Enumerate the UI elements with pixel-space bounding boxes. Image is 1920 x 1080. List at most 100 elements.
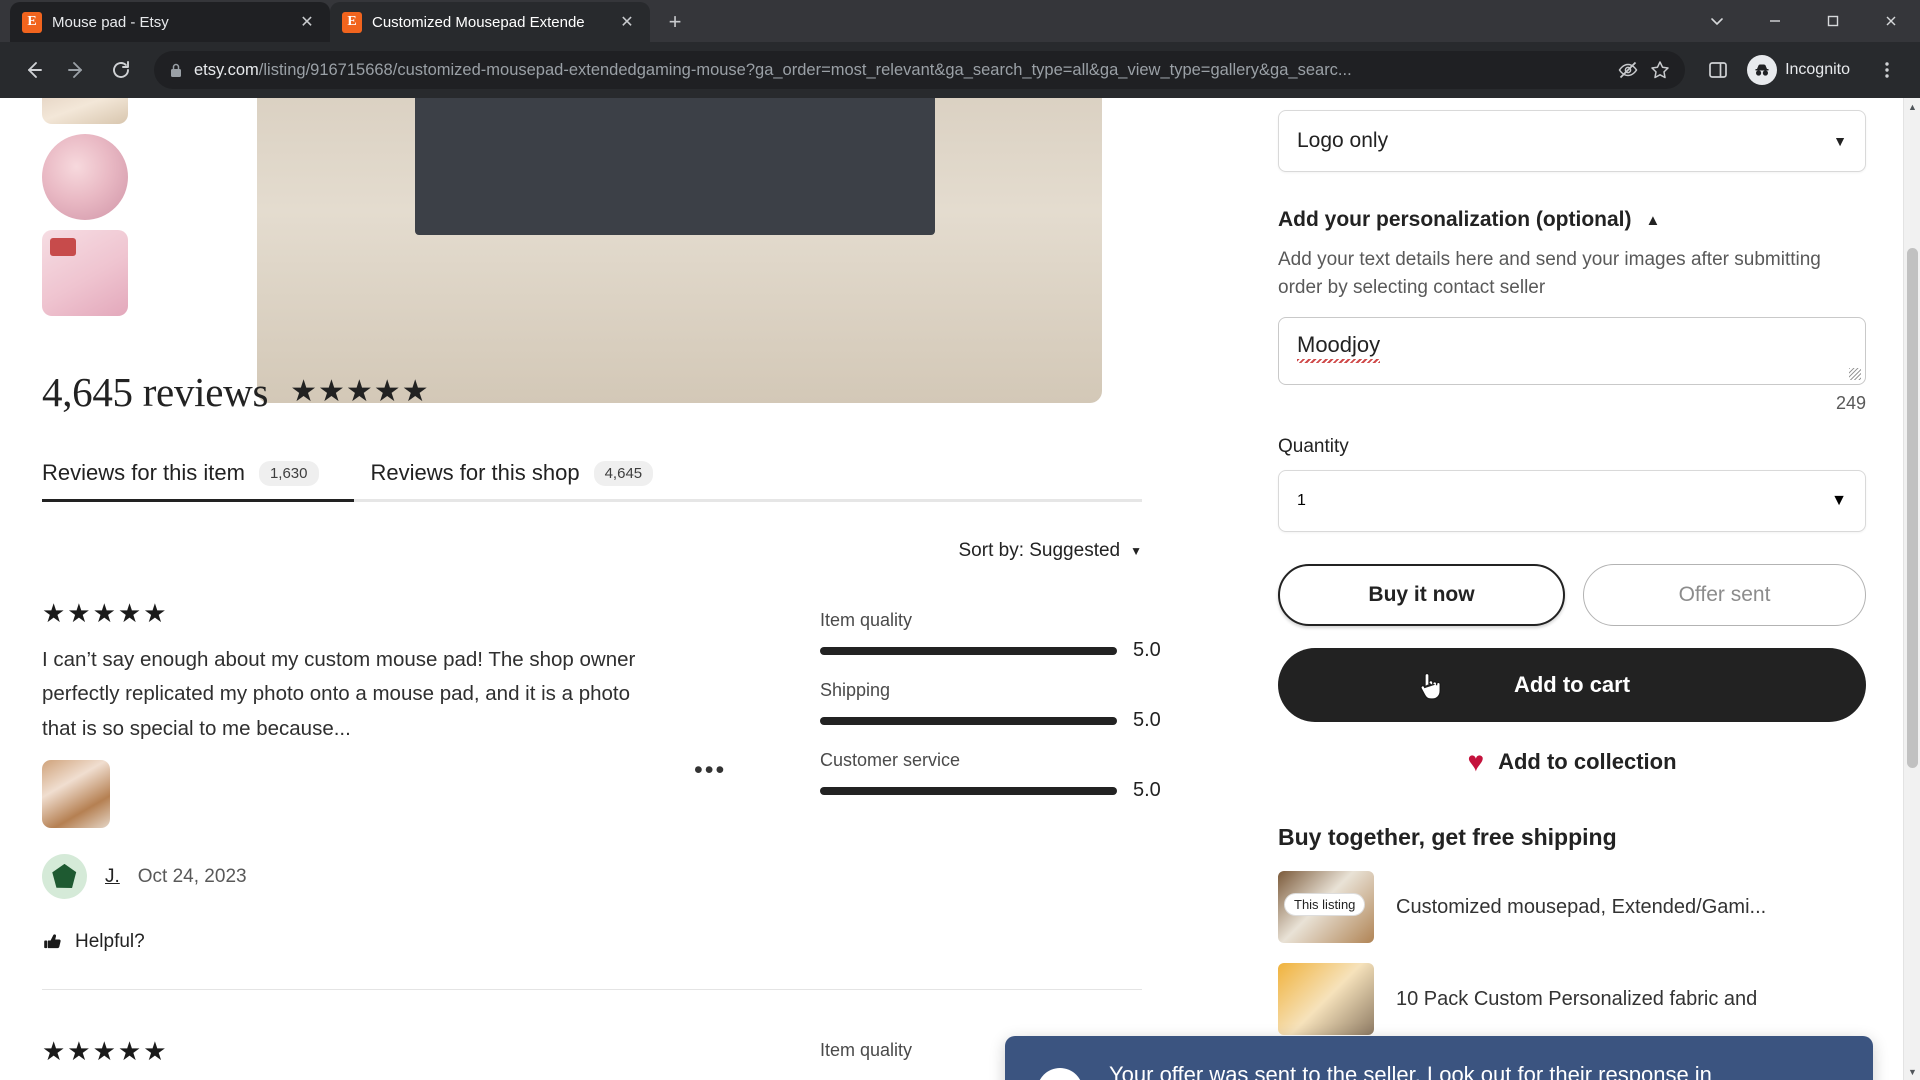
review-photo[interactable] (42, 760, 110, 829)
add-to-collection-button[interactable]: ♥ Add to collection (1278, 748, 1866, 776)
attribute-row: 5.0 (820, 709, 1175, 732)
reviews-tabs: Reviews for this item 1,630 Reviews for … (42, 460, 1142, 502)
avatar[interactable] (42, 854, 87, 900)
browser-window: E Mouse pad - Etsy ✕ E Customized Mousep… (0, 0, 1920, 1080)
review-divider (42, 989, 1142, 991)
reviews-count-title: 4,645 reviews (42, 369, 269, 415)
maximize-button[interactable] (1804, 0, 1862, 42)
lock-icon (168, 62, 184, 79)
resize-handle-icon[interactable] (1849, 368, 1861, 381)
incognito-profile-button[interactable]: Incognito (1741, 51, 1864, 89)
attribute-label: Shipping (820, 680, 891, 700)
gallery-thumbnails (42, 98, 128, 326)
quantity-label: Quantity (1278, 436, 1349, 458)
review-author-name[interactable]: J. (105, 866, 120, 888)
personalization-toggle[interactable]: Add your personalization (optional) ▲ (1278, 208, 1878, 232)
review-date: Oct 24, 2023 (137, 865, 247, 887)
page-scrollbar[interactable]: ▲ ▼ (1903, 98, 1920, 1080)
browser-tab-2[interactable]: E Customized Mousepad Extende ✕ (330, 2, 650, 42)
tab-search-icon[interactable] (1688, 0, 1746, 42)
chevron-up-icon: ▲ (1645, 211, 1661, 229)
url-host: etsy.com (194, 60, 259, 79)
attribute-row: 5.0 (820, 639, 1175, 662)
personalization-value: Moodjoy (1297, 332, 1381, 364)
back-icon[interactable] (14, 51, 52, 89)
sort-by-dropdown[interactable]: Sort by: Suggested ▼ (959, 540, 1143, 562)
minimize-button[interactable] (1746, 0, 1804, 42)
tab-label: Reviews for this item (42, 460, 245, 485)
bundle-item[interactable]: 10 Pack Custom Personalized fabric and (1278, 963, 1878, 1036)
primary-action-row: Buy it now Offer sent (1278, 564, 1878, 627)
chrome-menu-icon[interactable] (1868, 51, 1906, 89)
option-select[interactable]: Logo only ▼ (1278, 110, 1866, 172)
attribute-bar (820, 646, 1117, 655)
quantity-select[interactable]: 1 ▼ (1278, 470, 1866, 533)
bundle-item-name: Customized mousepad, Extended/Gami... (1396, 895, 1767, 918)
tab-badge: 4,645 (593, 460, 654, 486)
sort-label: Sort by: Suggested (958, 540, 1121, 561)
close-icon[interactable]: ✕ (616, 11, 638, 33)
attribute-label: Customer service (820, 750, 961, 770)
tab-reviews-for-shop[interactable]: Reviews for this shop 4,645 (371, 460, 654, 502)
mousepad-product (415, 98, 935, 235)
etsy-favicon-icon: E (22, 11, 42, 33)
address-bar[interactable]: etsy.com/listing/916715668/customized-mo… (154, 51, 1686, 89)
scroll-down-arrow-icon[interactable]: ▼ (1904, 1063, 1920, 1080)
forward-icon[interactable] (58, 51, 96, 89)
add-to-collection-label: Add to collection (1498, 749, 1677, 775)
gallery-thumb-1[interactable] (42, 98, 128, 124)
browser-tab-1[interactable]: E Mouse pad - Etsy ✕ (10, 2, 330, 42)
option-selected-value: Logo only (1297, 129, 1389, 152)
heart-icon: ♥ (1467, 746, 1485, 778)
add-to-cart-button[interactable]: Add to cart (1278, 648, 1866, 723)
chevron-down-icon: ▼ (1831, 492, 1847, 510)
attribute-row: 5.0 (820, 779, 1175, 802)
window-controls (1688, 0, 1920, 42)
gallery-thumb-3[interactable] (42, 230, 128, 316)
url-path: /listing/916715668/customized-mousepad-e… (258, 60, 1352, 79)
attribute-bar (820, 786, 1117, 795)
gallery-thumb-2[interactable] (42, 134, 128, 220)
check-circle-icon: ✓ (1037, 1068, 1083, 1080)
new-tab-button[interactable]: + (658, 5, 692, 39)
review-item: ★★★★★ Item quality (42, 1036, 1142, 1067)
tab-strip: E Mouse pad - Etsy ✕ E Customized Mousep… (0, 0, 1920, 42)
url-text: etsy.com/listing/916715668/customized-mo… (194, 61, 1607, 80)
tab-badge: 1,630 (258, 460, 319, 486)
personalization-input[interactable]: Moodjoy (1278, 317, 1866, 386)
bundle-item-name: 10 Pack Custom Personalized fabric and (1396, 987, 1758, 1010)
close-window-button[interactable] (1862, 0, 1920, 42)
scroll-up-arrow-icon[interactable]: ▲ (1904, 98, 1920, 115)
tab-reviews-for-item[interactable]: Reviews for this item 1,630 (42, 460, 319, 502)
tab-title: Mouse pad - Etsy (52, 13, 169, 31)
attribute-bar (820, 716, 1117, 725)
bookmark-star-icon[interactable] (1649, 59, 1671, 81)
attribute-customer-service: Customer service 5.0 (820, 750, 1175, 802)
buy-it-now-button[interactable]: Buy it now (1278, 564, 1565, 627)
buy-it-now-label: Buy it now (1368, 583, 1475, 607)
scrollbar-thumb[interactable] (1907, 248, 1918, 768)
helpful-button[interactable]: Helpful? (42, 931, 1142, 953)
bundle-item[interactable]: This listing Customized mousepad, Extend… (1278, 871, 1878, 944)
expand-review-button[interactable]: ••• (694, 758, 726, 783)
toolbar-right: Incognito (1699, 51, 1906, 89)
reload-icon[interactable] (102, 51, 140, 89)
close-icon[interactable]: ✕ (296, 11, 318, 33)
personalization-help-text: Add your text details here and send your… (1278, 249, 1821, 298)
chevron-down-icon: ▼ (1833, 133, 1847, 149)
sort-row: Sort by: Suggested ▼ (42, 540, 1143, 562)
hide-tracking-icon[interactable] (1617, 59, 1639, 81)
tab-underline (42, 499, 1142, 502)
tab-label: Reviews for this shop (370, 460, 580, 485)
browser-toolbar: etsy.com/listing/916715668/customized-mo… (0, 42, 1920, 98)
character-counter: 249 (1835, 393, 1866, 414)
attribute-shipping: Shipping 5.0 (820, 680, 1175, 732)
close-icon[interactable]: ✕ (1815, 1076, 1841, 1080)
incognito-icon (1747, 55, 1778, 85)
review-attributes: Item quality 5.0 Shipping 5.0 Customer s… (820, 610, 1175, 820)
bundle-thumbnail (1278, 963, 1374, 1036)
side-panel-icon[interactable] (1699, 51, 1737, 89)
product-hero-image[interactable] (257, 98, 1102, 403)
review-text: I can’t say enough about my custom mouse… (42, 648, 636, 740)
page-viewport: 4,645 reviews ★★★★★ Reviews for this ite… (0, 98, 1920, 1080)
